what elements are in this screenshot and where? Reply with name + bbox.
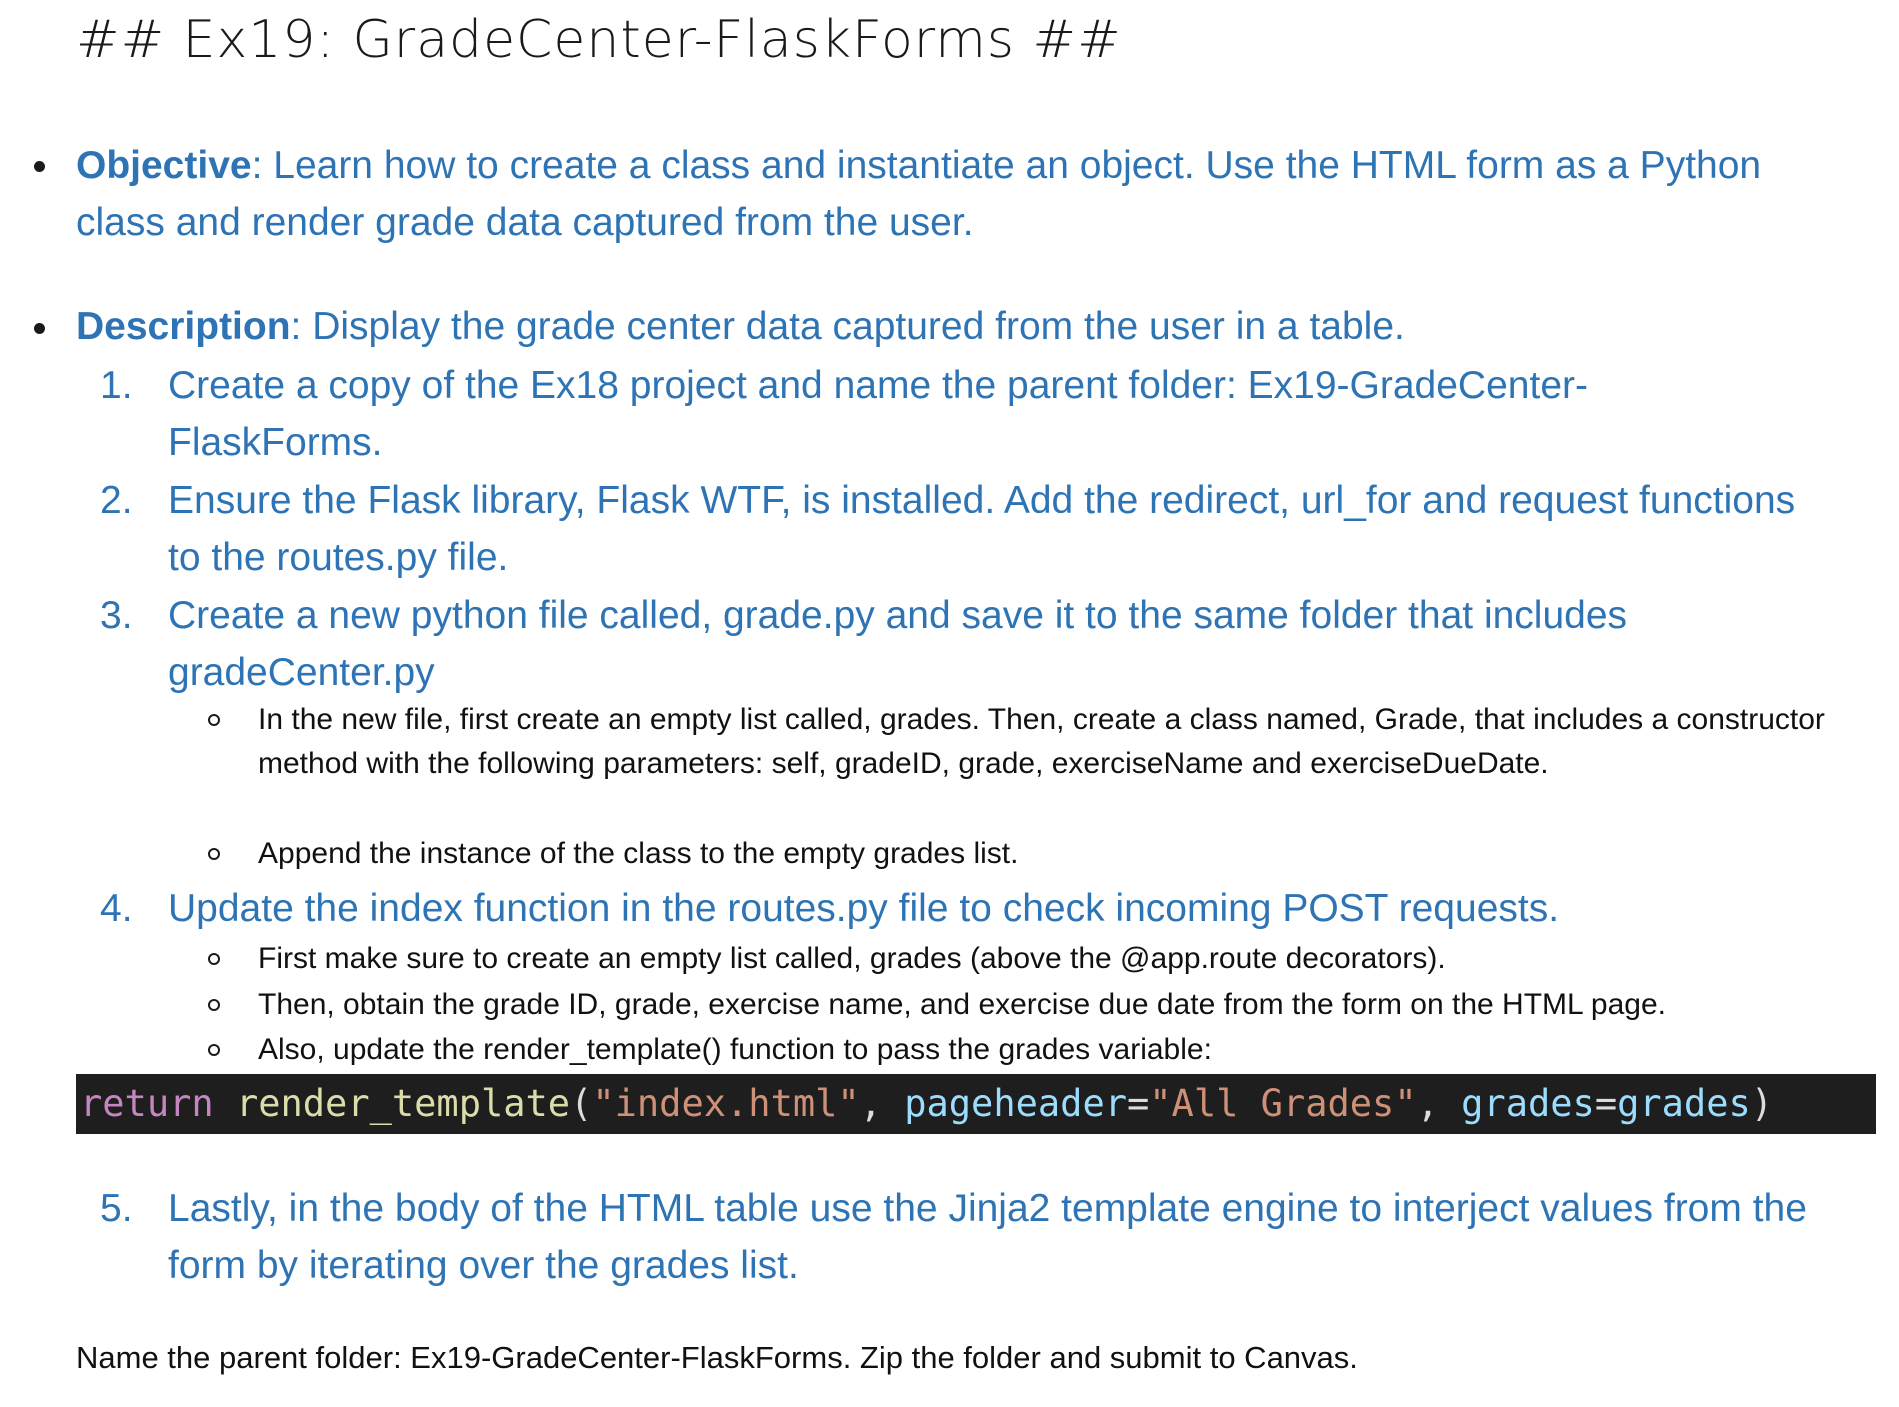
step-text: Lastly, in the body of the HTML table us…	[168, 1187, 1807, 1287]
code-snippet: return render_template("index.html", pag…	[76, 1074, 1876, 1134]
code-punct: ,	[1416, 1082, 1462, 1125]
sub-item-text: In the new file, first create an empty l…	[258, 703, 1825, 780]
sub-item-text: First make sure to create an empty list …	[258, 942, 1446, 975]
code-punct: ,	[859, 1082, 905, 1125]
step-number: 5.	[100, 1187, 133, 1230]
sub-item-text: Append the instance of the class to the …	[258, 837, 1019, 870]
sub-bullet-icon	[208, 714, 220, 726]
description-label: Description	[76, 305, 291, 348]
step-number: 1.	[100, 364, 133, 407]
sub-bullet-icon	[208, 1044, 220, 1056]
description-text: : Display the grade center data captured…	[290, 305, 1405, 348]
sub-bullet-icon	[208, 848, 220, 860]
objective-label: Objective	[76, 144, 252, 187]
footer-instruction: Name the parent folder: Ex19-GradeCenter…	[76, 1340, 1358, 1375]
code-punct: =	[1127, 1082, 1150, 1125]
code-keyword: return	[80, 1082, 214, 1125]
description-paragraph: Description: Display the grade center da…	[76, 298, 1846, 355]
sub-bullet-icon	[208, 999, 220, 1011]
step-text: Create a copy of the Ex18 project and na…	[168, 364, 1588, 464]
step-number: 2.	[100, 479, 133, 522]
code-function: render_template	[235, 1082, 571, 1125]
document-page: ## Ex19: GradeCenter-FlaskForms ## Objec…	[0, 0, 1899, 1407]
code-string: "index.html"	[592, 1082, 860, 1125]
step-text: Create a new python file called, grade.p…	[168, 594, 1628, 694]
step-number: 4.	[100, 887, 133, 930]
code-punct: =	[1594, 1082, 1618, 1125]
bullet-icon	[34, 161, 45, 172]
code-param: pageheader	[904, 1082, 1127, 1125]
code-param: grades	[1617, 1082, 1751, 1125]
code-param: grades	[1461, 1082, 1595, 1125]
sub-bullet-icon	[208, 953, 220, 965]
step-text: Update the index function in the routes.…	[168, 887, 1560, 930]
objective-text: : Learn how to create a class and instan…	[76, 144, 1762, 244]
bullet-icon	[34, 323, 45, 334]
sub-item-text: Then, obtain the grade ID, grade, exerci…	[258, 988, 1667, 1021]
step-text: Ensure the Flask library, Flask WTF, is …	[168, 479, 1796, 579]
step-number: 3.	[100, 594, 133, 637]
code-punct: )	[1750, 1082, 1774, 1125]
code-string: "All Grades"	[1149, 1082, 1417, 1125]
objective-paragraph: Objective: Learn how to create a class a…	[76, 137, 1846, 251]
page-title: ## Ex19: GradeCenter-FlaskForms ##	[76, 10, 1122, 70]
code-punct: (	[570, 1082, 593, 1125]
sub-item-text: Also, update the render_template() funct…	[258, 1033, 1212, 1066]
